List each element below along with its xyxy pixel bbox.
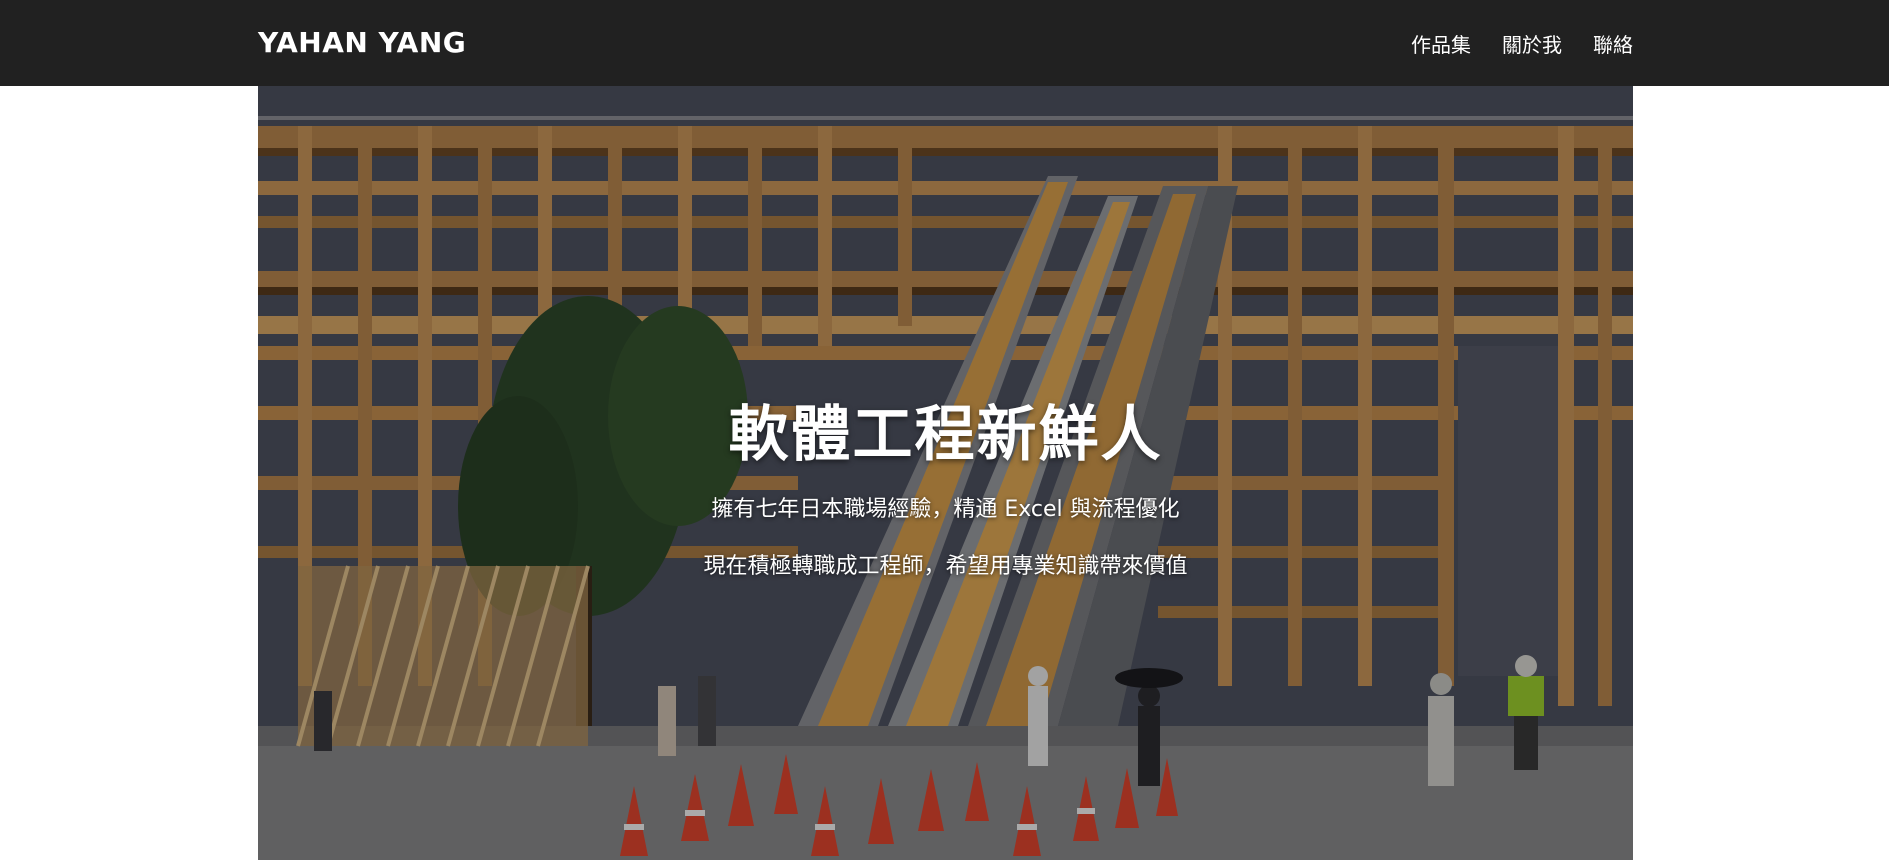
nav-links: 作品集 關於我 聯絡 (1411, 0, 1633, 86)
hero-subtitle-line-2: 現在積極轉職成工程師，希望用專業知識帶來價值 (703, 554, 1188, 579)
nav-link-contact[interactable]: 聯絡 (1593, 29, 1633, 58)
hero-subtitle-line-1: 擁有七年日本職場經驗，精通 Excel 與流程優化 (711, 497, 1180, 522)
nav-link-about[interactable]: 關於我 (1502, 29, 1562, 58)
nav-link-portfolio[interactable]: 作品集 (1411, 29, 1471, 58)
hero-title: 軟體工程新鮮人 (728, 400, 1163, 470)
hero-content: 軟體工程新鮮人 擁有七年日本職場經驗，精通 Excel 與流程優化 現在積極轉職… (258, 86, 1633, 860)
brand-logo[interactable]: YAHAN YANG (258, 0, 466, 86)
top-navbar: YAHAN YANG 作品集 關於我 聯絡 (0, 0, 1889, 86)
hero-banner: 軟體工程新鮮人 擁有七年日本職場經驗，精通 Excel 與流程優化 現在積極轉職… (258, 86, 1633, 860)
